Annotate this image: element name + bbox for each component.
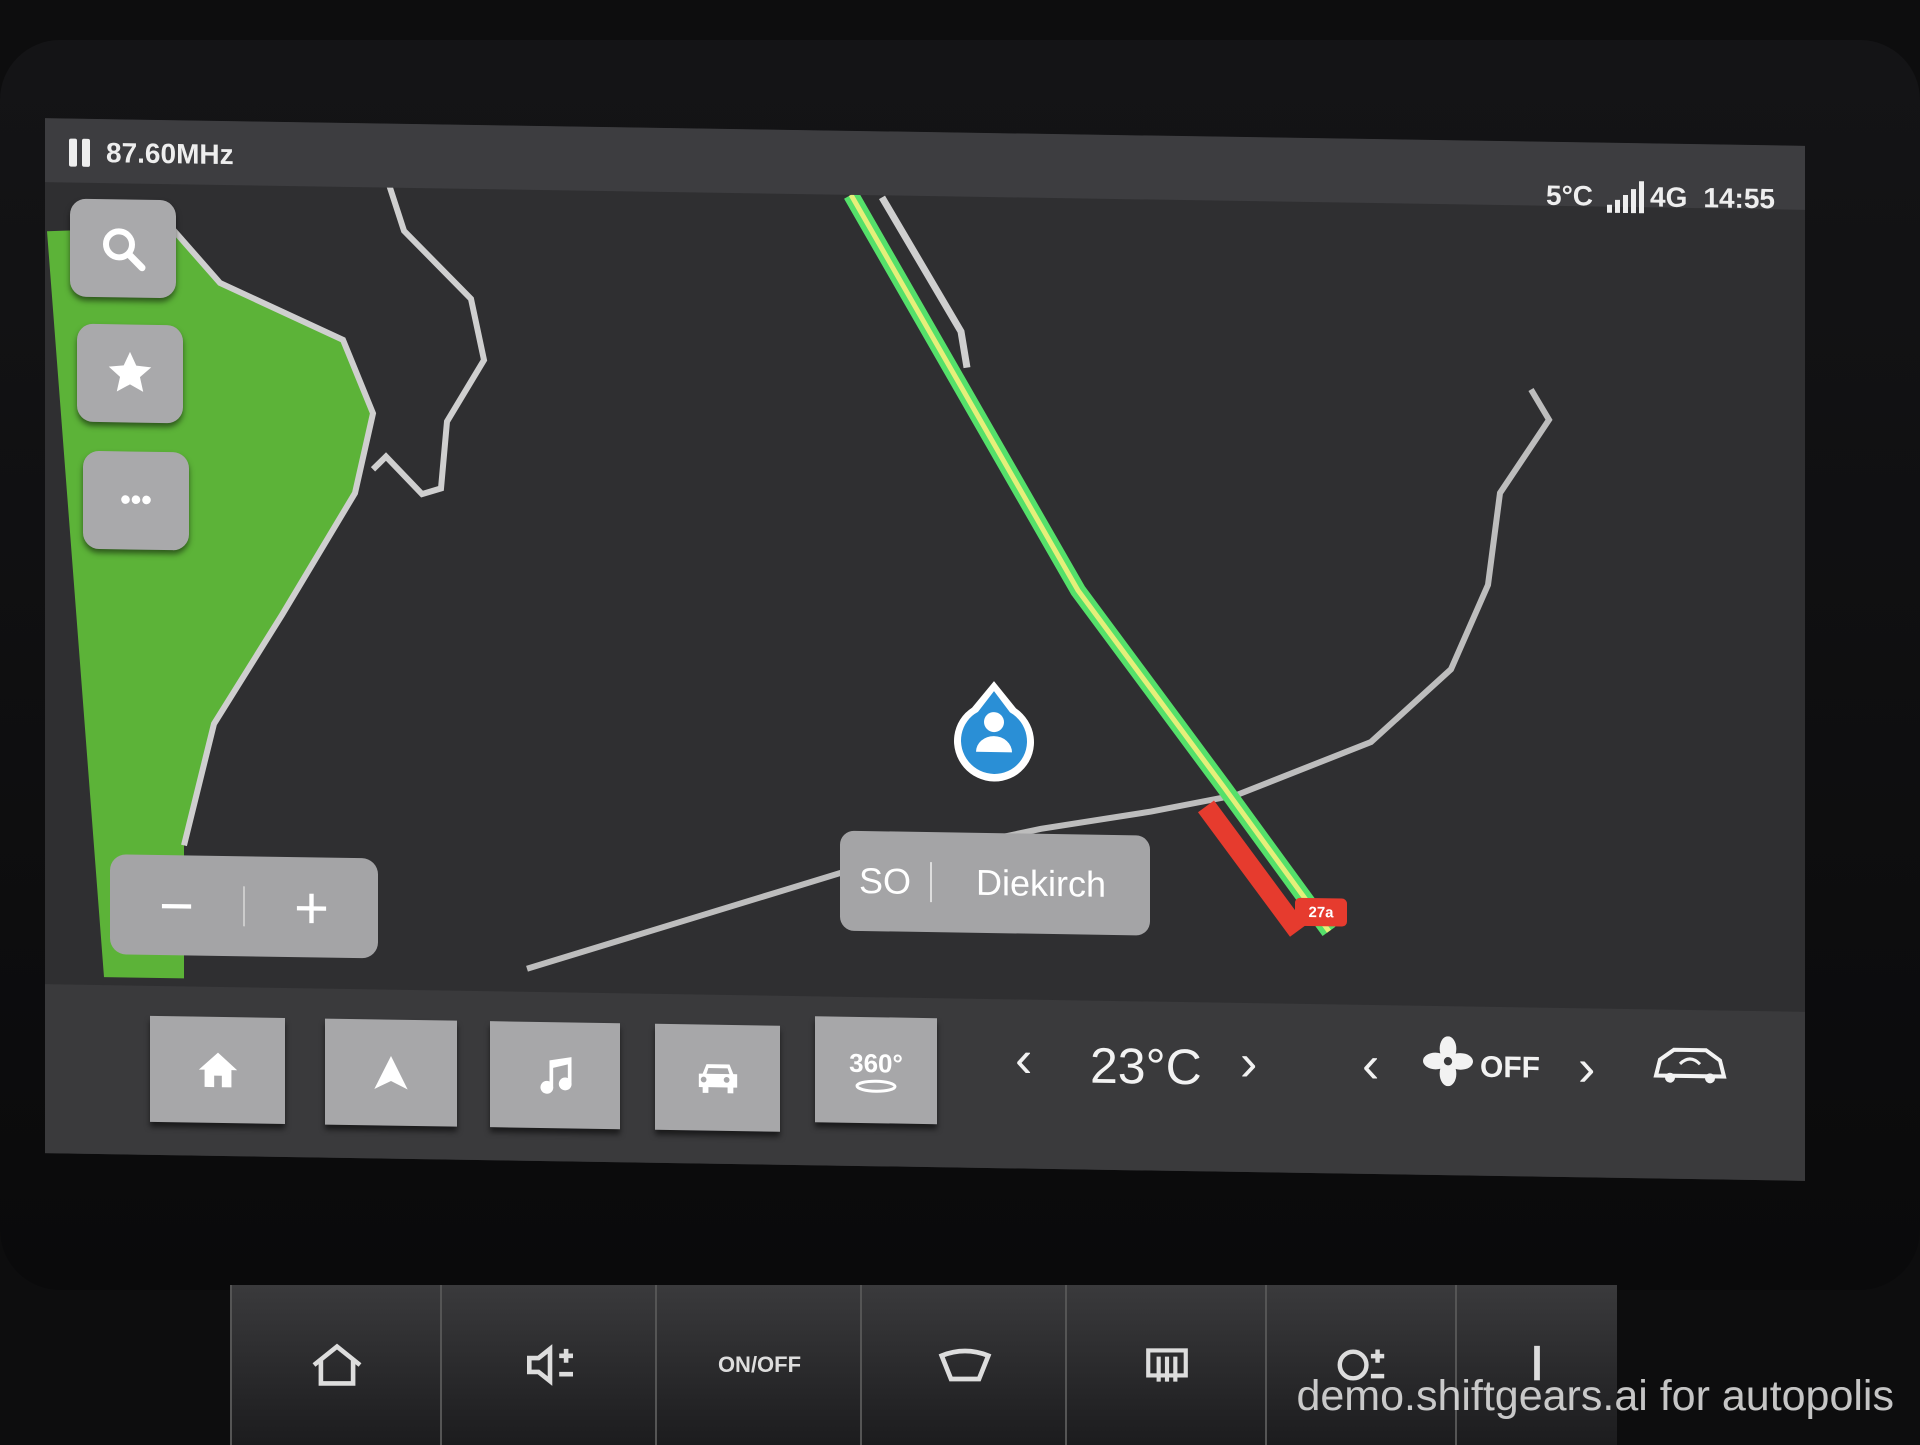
physical-home-button[interactable] [230,1285,442,1445]
car-air-recirculation-icon[interactable] [1650,1039,1730,1086]
temperature-up-button[interactable]: › [1240,1033,1257,1093]
favorites-button[interactable] [77,323,183,424]
media-button[interactable] [490,1021,620,1130]
road [370,183,488,498]
camera-360-button[interactable]: 360° [815,1016,937,1125]
physical-front-defrost-button[interactable] [860,1285,1067,1445]
zoom-in-button[interactable]: + [245,872,378,943]
bottom-dock: 360° ‹ 23°C › ‹ OFF › [45,984,1805,1181]
physical-fan-speed-button[interactable] [1265,1285,1457,1445]
current-location-marker[interactable] [954,680,1034,782]
current-place: Diekirch [975,861,1107,905]
fan-state: OFF [1480,1050,1540,1085]
physical-rear-defrost-button[interactable] [1065,1285,1267,1445]
physical-volume-button[interactable] [440,1285,657,1445]
navigation-arrow-icon [374,1055,408,1090]
network-type: 4G [1650,181,1688,213]
clock: 14:55 [1703,182,1775,215]
star-icon [108,351,152,392]
current-road-pill[interactable]: SO Diekirch [840,830,1150,936]
exit-badge: 27a [1295,897,1347,927]
outside-temperature: 5°C [1546,179,1594,212]
volume-icon [526,1344,573,1386]
physical-ac-toggle-button[interactable]: ON/OFF [655,1285,862,1445]
more-dots-icon: ••• [120,483,152,517]
car-icon [698,1064,737,1094]
defrost-front-icon [938,1348,991,1382]
navigation-button[interactable] [325,1018,457,1127]
pause-icon[interactable] [69,138,90,167]
search-icon [103,228,146,272]
home-icon [198,1052,237,1088]
rotate-360-icon [855,1079,897,1093]
temperature-down-button[interactable]: ‹ [1015,1029,1032,1089]
camera-360-label: 360° [849,1047,903,1079]
fan-icon [1423,1036,1473,1087]
zoom-control: − + [110,854,378,959]
zoom-out-button[interactable]: − [110,870,243,941]
heading-direction: SO [858,859,911,902]
vehicle-button[interactable] [655,1023,780,1132]
physical-seat-heat-button[interactable] [1455,1285,1617,1445]
defrost-rear-icon [1146,1348,1188,1382]
fan-up-button[interactable]: › [1578,1038,1595,1098]
signal-strength-icon [1607,181,1645,214]
ac-toggle-label: ON/OFF [717,1352,802,1377]
radio-frequency[interactable]: 87.60MHz [106,137,234,171]
watermark: demo.shiftgears.ai for autopolis [1296,1372,1894,1420]
home-icon [312,1343,362,1386]
infotainment-screen: 87.60MHz 5°C 4G 14:55 ••• − + SO Diekirc… [45,118,1805,1181]
temperature-display: 23°C [1090,1037,1202,1096]
more-button[interactable]: ••• [83,450,189,551]
fan-down-button[interactable]: ‹ [1362,1035,1379,1095]
home-button[interactable] [150,1015,285,1124]
search-button[interactable] [70,198,176,299]
music-note-icon [540,1057,572,1094]
